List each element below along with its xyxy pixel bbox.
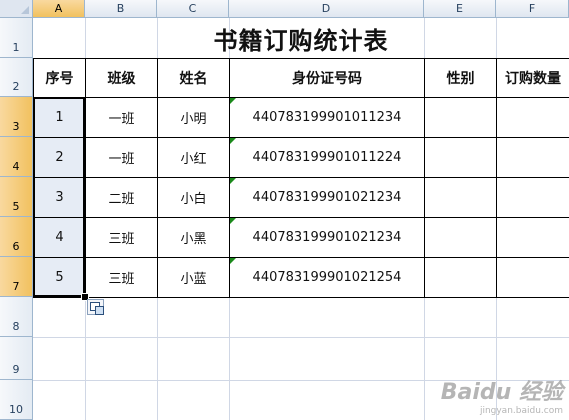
cell-name[interactable]: 小明 (157, 97, 230, 138)
row-header-8[interactable]: 8 (0, 297, 33, 337)
cell-class[interactable]: 三班 (85, 217, 158, 258)
cell-number[interactable]: 2 (33, 137, 86, 178)
row-header-5[interactable]: 5 (0, 177, 33, 217)
cell-quantity[interactable] (496, 137, 569, 178)
cell-class[interactable]: 三班 (85, 257, 158, 298)
column-header-e[interactable]: E (424, 0, 496, 18)
table-row: 4 三班 小黑 440783199901021234 (33, 217, 569, 258)
gridline (33, 337, 569, 338)
header-cell-gender[interactable]: 性别 (424, 58, 497, 98)
cell-gender[interactable] (424, 257, 497, 298)
table-row: 2 一班 小红 440783199901011224 (33, 137, 569, 178)
header-cell-quantity[interactable]: 订购数量 (496, 58, 569, 98)
cell-gender[interactable] (424, 97, 497, 138)
cell-id[interactable]: 440783199901011234 (229, 97, 425, 138)
cell-class[interactable]: 一班 (85, 137, 158, 178)
header-cell-id[interactable]: 身份证号码 (229, 58, 425, 98)
cell-class[interactable]: 一班 (85, 97, 158, 138)
cell-name[interactable]: 小白 (157, 177, 230, 218)
column-header-b[interactable]: B (85, 0, 157, 18)
header-row: 序号 班级 姓名 身份证号码 性别 订购数量 (33, 58, 569, 98)
row-header-9[interactable]: 9 (0, 337, 33, 380)
cell-gender[interactable] (424, 137, 497, 178)
cell-quantity[interactable] (496, 217, 569, 258)
watermark-url: jingyan.baidu.com (479, 406, 563, 416)
row-header-6[interactable]: 6 (0, 217, 33, 257)
cell-name[interactable]: 小蓝 (157, 257, 230, 298)
table-row: 3 二班 小白 440783199901021234 (33, 177, 569, 218)
cell-gender[interactable] (424, 217, 497, 258)
cell-number[interactable]: 1 (33, 97, 86, 138)
header-cell-name[interactable]: 姓名 (157, 58, 230, 98)
watermark-logo: Baidu 经验 (440, 380, 563, 405)
cell-quantity[interactable] (496, 257, 569, 298)
row-header-2[interactable]: 2 (0, 58, 33, 97)
cell-id[interactable]: 440783199901021254 (229, 257, 425, 298)
header-cell-number[interactable]: 序号 (33, 58, 86, 98)
cell-quantity[interactable] (496, 97, 569, 138)
row-header-7[interactable]: 7 (0, 257, 33, 297)
column-header-c[interactable]: C (157, 0, 229, 18)
cell-gender[interactable] (424, 177, 497, 218)
spreadsheet: A B C D E F 1 2 3 4 5 6 7 8 9 10 书籍订购统计表… (0, 0, 569, 420)
row-header-4[interactable]: 4 (0, 137, 33, 177)
sheet-title[interactable]: 书籍订购统计表 (33, 18, 569, 58)
cell-number[interactable]: 3 (33, 177, 86, 218)
table-row: 1 一班 小明 440783199901011234 (33, 97, 569, 138)
cell-number[interactable]: 4 (33, 217, 86, 258)
cell-number[interactable]: 5 (33, 257, 86, 298)
column-header-f[interactable]: F (496, 0, 569, 18)
cell-id[interactable]: 440783199901021234 (229, 217, 425, 258)
cell-class[interactable]: 二班 (85, 177, 158, 218)
cell-quantity[interactable] (496, 177, 569, 218)
cell-id[interactable]: 440783199901011224 (229, 137, 425, 178)
column-header-d[interactable]: D (229, 0, 424, 18)
header-cell-class[interactable]: 班级 (85, 58, 158, 98)
watermark: Baidu 经验 jingyan.baidu.com (441, 374, 563, 416)
row-header-1[interactable]: 1 (0, 18, 33, 58)
table-row: 5 三班 小蓝 440783199901021254 (33, 257, 569, 298)
cell-name[interactable]: 小黑 (157, 217, 230, 258)
autofill-options-icon (95, 306, 104, 315)
data-table: 序号 班级 姓名 身份证号码 性别 订购数量 1 一班 小明 440783199… (33, 58, 569, 298)
column-header-a[interactable]: A (33, 0, 85, 18)
cell-name[interactable]: 小红 (157, 137, 230, 178)
autofill-options-button[interactable] (87, 299, 104, 315)
select-all-corner[interactable] (0, 0, 33, 18)
cell-id[interactable]: 440783199901021234 (229, 177, 425, 218)
row-header-3[interactable]: 3 (0, 97, 33, 137)
row-header-10[interactable]: 10 (0, 380, 33, 420)
